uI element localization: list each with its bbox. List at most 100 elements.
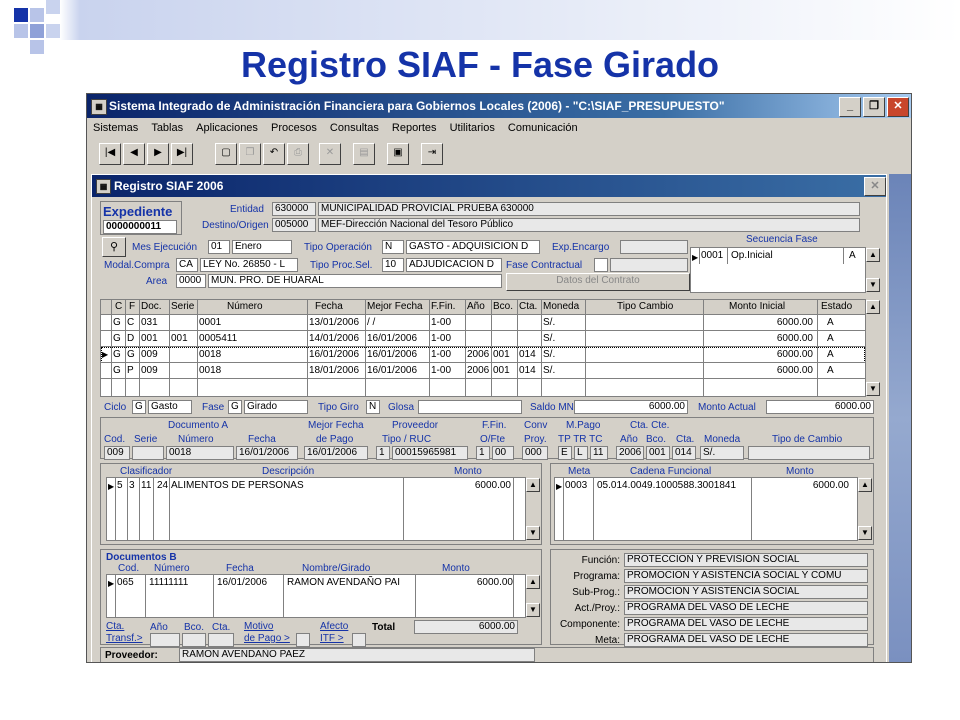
menu-procesos[interactable]: Procesos [271,122,317,134]
exit-icon[interactable]: ⇥ [421,143,443,165]
expediente-field[interactable]: 0000000011 [103,220,177,234]
proveedor-bar-field[interactable]: RAMON AVENDAÑO PAEZ [179,648,535,662]
menu-aplicaciones[interactable]: Aplicaciones [196,122,258,134]
mejor-fecha-field[interactable]: 16/01/2006 [304,446,368,460]
stamp-icon[interactable]: ▤ [353,143,375,165]
mes-name[interactable]: Enero [232,240,292,254]
funcional-value[interactable]: PROTECCION Y PREVISION SOCIAL [624,553,868,567]
motivo-link[interactable]: Motivo [244,621,273,633]
area-name[interactable]: MUN. PRO. DE HUARAL [208,274,502,288]
itf-link[interactable]: ITF > [320,633,344,645]
menu-consultas[interactable]: Consultas [330,122,379,134]
datos-contrato-button[interactable]: Datos del Contrato [506,273,690,291]
modal-compra-code[interactable]: CA [176,258,198,272]
ofte-field[interactable]: 00 [492,446,514,460]
tc-field[interactable]: 11 [590,446,608,460]
fase-contractual-name[interactable] [610,258,688,272]
exp-encargo-field[interactable] [620,240,688,254]
area-code[interactable]: 0000 [176,274,206,288]
scroll-up-icon[interactable]: ▲ [858,478,872,492]
binoculars-icon[interactable]: ⚲ [102,237,126,257]
mes-code[interactable]: 01 [208,240,230,254]
maximize-button[interactable]: ❐ [863,97,885,117]
ctacte-bco[interactable]: 001 [646,446,670,460]
fase-code[interactable]: G [228,400,242,414]
proveedor-tipo[interactable]: 1 [376,446,390,460]
scroll-down-icon[interactable]: ▼ [526,603,540,617]
afecto-field[interactable] [352,633,366,647]
first-record-icon[interactable]: |◀ [99,143,121,165]
cta-link[interactable]: Cta. [106,621,124,633]
ctacte-cta[interactable]: 014 [672,446,696,460]
funcional-value[interactable]: PROGRAMA DEL VASO DE LECHE [624,617,868,631]
prev-record-icon[interactable]: ◀ [123,143,145,165]
transf-link[interactable]: Transf.> [106,633,143,645]
de-pago-link[interactable]: de Pago > [244,633,290,645]
tipo-operacion-name[interactable]: GASTO - ADQUISICION D [406,240,540,254]
ciclo-code[interactable]: G [132,400,146,414]
menu-sistemas[interactable]: Sistemas [93,122,138,134]
menu-comunicacion[interactable]: Comunicación [508,122,578,134]
destino-name[interactable]: MEF-Dirección Nacional del Tesoro Públic… [318,218,860,232]
afecto-link[interactable]: Afecto [320,621,348,633]
table-row[interactable]: G D 001 001 0005411 14/01/2006 16/01/2006 1-00 S… [101,331,865,347]
save-icon[interactable]: ▣ [387,143,409,165]
conv-field[interactable]: 000 [522,446,548,460]
delete-icon[interactable]: ✕ [319,143,341,165]
docb-anio-field[interactable] [150,633,180,647]
copy-icon[interactable]: ❐ [239,143,261,165]
entidad-code[interactable]: 630000 [272,202,316,216]
tipo-proc-code[interactable]: 10 [382,258,404,272]
entidad-name[interactable]: MUNICIPALIDAD PROVICIAL PRUEBA 630000 [318,202,860,216]
scroll-down-icon[interactable]: ▼ [858,526,872,540]
moneda-field[interactable]: S/. [700,446,744,460]
doc-a-numero[interactable]: 0018 [166,446,234,460]
ciclo-name[interactable]: Gasto [148,400,192,414]
scroll-down-icon[interactable]: ▼ [866,382,880,396]
scroll-up-icon[interactable]: ▲ [866,300,880,314]
doc-a-serie[interactable] [132,446,164,460]
scroll-up-icon[interactable]: ▲ [866,248,880,262]
fase-name[interactable]: Girado [244,400,308,414]
destino-code[interactable]: 005000 [272,218,316,232]
tipo-cambio-field[interactable] [748,446,870,460]
doc-a-fecha[interactable]: 16/01/2006 [236,446,298,460]
saldo-mn-field[interactable]: 6000.00 [574,400,688,414]
menu-utilitarios[interactable]: Utilitarios [450,122,495,134]
tipo-giro-code[interactable]: N [366,400,380,414]
monto-actual-field[interactable]: 6000.00 [766,400,874,414]
glosa-field[interactable] [418,400,522,414]
tipo-operacion-code[interactable]: N [382,240,404,254]
funcional-value[interactable]: PROGRAMA DEL VASO DE LECHE [624,601,868,615]
table-row[interactable]: G C 031 0001 13/01/2006 / / 1-00 S/. 6000.00 A [101,315,865,331]
tipo-proc-name[interactable]: ADJUDICACION D [406,258,502,272]
scroll-up-icon[interactable]: ▲ [526,575,540,589]
docb-bco-field[interactable] [182,633,206,647]
table-row[interactable]: G G 009 0018 16/01/2006 16/01/2006 1-00 2006 001… [101,347,865,363]
next-record-icon[interactable]: ▶ [147,143,169,165]
form-close-button[interactable]: ✕ [864,177,886,196]
funcional-value[interactable]: PROMOCION Y ASISTENCIA SOCIAL [624,585,868,599]
ffin-field[interactable]: 1 [476,446,490,460]
scroll-down-icon[interactable]: ▼ [866,278,880,292]
motivo-field[interactable] [296,633,310,647]
minimize-button[interactable]: _ [839,97,861,117]
new-icon[interactable]: ▢ [215,143,237,165]
menu-reportes[interactable]: Reportes [392,122,437,134]
tp-field[interactable]: E [558,446,572,460]
funcional-value[interactable]: PROMOCION Y ASISTENCIA SOCIAL Y COMU [624,569,868,583]
close-button[interactable]: ✕ [887,97,909,117]
docb-cta-field[interactable] [208,633,234,647]
total-field[interactable]: 6000.00 [414,620,518,634]
ctacte-anio[interactable]: 2006 [616,446,644,460]
menu-tablas[interactable]: Tablas [151,122,183,134]
last-record-icon[interactable]: ▶| [171,143,193,165]
scroll-down-icon[interactable]: ▼ [526,526,540,540]
doc-a-cod[interactable]: 009 [104,446,130,460]
scroll-up-icon[interactable]: ▲ [526,478,540,492]
print-icon[interactable]: ⎙ [287,143,309,165]
funcional-value[interactable]: PROGRAMA DEL VASO DE LECHE [624,633,868,647]
fase-contractual-field[interactable] [594,258,608,272]
modal-compra-name[interactable]: LEY No. 26850 - L [200,258,298,272]
tr-field[interactable]: L [574,446,588,460]
